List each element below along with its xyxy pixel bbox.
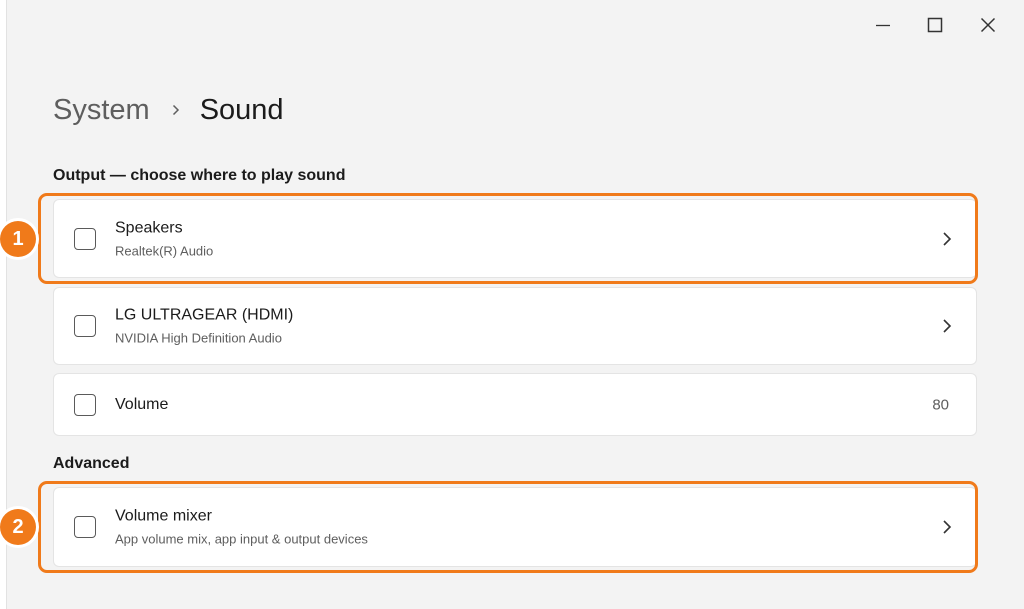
speakers-title: Speakers — [115, 219, 183, 236]
title-bar — [7, 0, 1024, 50]
maximize-button[interactable] — [912, 8, 958, 42]
volume-mixer-subtitle: App volume mix, app input & output devic… — [115, 531, 368, 547]
lg-ultragear-text: LG ULTRAGEAR (HDMI) NVIDIA High Definiti… — [115, 306, 293, 347]
output-section-label: Output — choose where to play sound — [53, 167, 346, 184]
lg-ultragear-title: LG ULTRAGEAR (HDMI) — [115, 306, 294, 324]
volume-card[interactable]: Volume 80 — [53, 373, 977, 436]
checkbox-icon[interactable] — [74, 315, 96, 337]
checkbox-icon[interactable] — [74, 516, 96, 538]
page-title: Sound — [199, 93, 284, 126]
annotation-badge-1: 1 — [0, 221, 36, 257]
close-button[interactable] — [965, 8, 1011, 42]
minimize-button[interactable] — [860, 8, 906, 42]
volume-mixer-title: Volume mixer — [115, 507, 212, 525]
volume-text: Volume — [115, 395, 168, 415]
close-icon — [980, 17, 996, 33]
lg-ultragear-card[interactable]: LG ULTRAGEAR (HDMI) NVIDIA High Definiti… — [53, 287, 977, 365]
volume-value: 80 — [932, 396, 949, 413]
chevron-right-icon — [943, 520, 952, 534]
settings-window: System Sound Output — choose where to pl… — [6, 0, 1024, 609]
maximize-icon — [927, 17, 943, 33]
minimize-icon — [876, 24, 890, 27]
checkbox-icon[interactable] — [74, 227, 96, 250]
speakers-card[interactable]: Speakers Realtek(R) Audio — [53, 199, 977, 278]
lg-ultragear-subtitle: NVIDIA High Definition Audio — [115, 330, 282, 346]
volume-title: Volume — [115, 395, 169, 413]
speakers-text: Speakers Realtek(R) Audio — [115, 218, 213, 259]
advanced-section-label: Advanced — [53, 455, 130, 472]
annotation-badge-2: 2 — [0, 509, 36, 545]
speakers-subtitle: Realtek(R) Audio — [115, 243, 214, 258]
volume-mixer-card[interactable]: Volume mixer App volume mix, app input &… — [53, 487, 977, 567]
breadcrumb-system[interactable]: System — [53, 94, 150, 127]
chevron-right-icon — [943, 231, 952, 246]
chevron-right-icon — [943, 319, 952, 333]
checkbox-icon[interactable] — [74, 393, 96, 416]
chevron-right-icon — [172, 104, 180, 116]
volume-mixer-text: Volume mixer App volume mix, app input &… — [115, 507, 368, 548]
breadcrumb: System Sound — [53, 88, 284, 132]
